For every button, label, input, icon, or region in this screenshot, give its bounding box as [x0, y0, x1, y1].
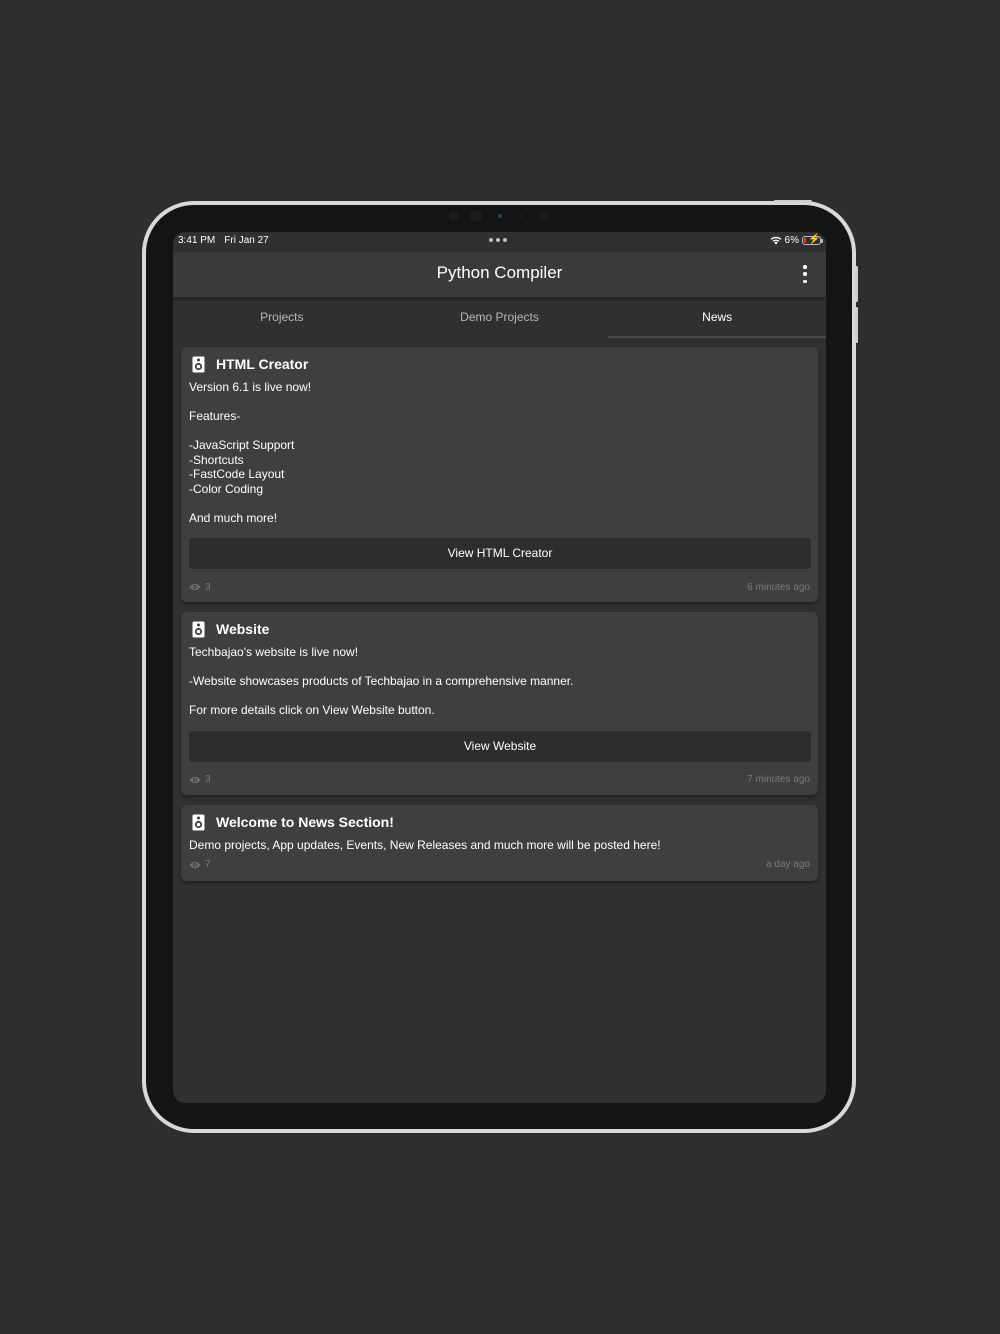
tab-demo-projects[interactable]: Demo Projects [391, 297, 609, 338]
news-card: Website Techbajao's website is live now!… [181, 612, 818, 795]
eye-icon [189, 861, 201, 868]
post-time: a day ago [766, 859, 810, 870]
tab-news[interactable]: News [608, 297, 826, 338]
news-card: Welcome to News Section! Demo projects, … [181, 805, 818, 881]
views-value: 3 [205, 581, 211, 593]
card-footer: 3 6 minutes ago [189, 580, 810, 594]
front-camera-icon [470, 210, 482, 222]
more-vertical-icon[interactable] [798, 265, 812, 283]
card-header: Welcome to News Section! [189, 811, 810, 833]
card-title: Welcome to News Section! [216, 814, 394, 830]
views-count: 7 [189, 859, 211, 870]
card-footer: 3 7 minutes ago [189, 773, 810, 787]
status-right: 6% ⚡ [770, 234, 823, 246]
card-body: Demo projects, App updates, Events, New … [189, 838, 661, 852]
volume-down-button [855, 307, 858, 343]
sensor-icon [519, 214, 523, 218]
status-left: 3:41 PM Fri Jan 27 [178, 235, 269, 246]
views-count: 3 [189, 582, 211, 593]
battery-percent: 6% [784, 235, 799, 246]
screen: 3:41 PM Fri Jan 27 6% ⚡ Python Compiler [173, 232, 826, 1103]
view-html-creator-button[interactable]: View HTML Creator [189, 538, 811, 569]
eye-icon [189, 776, 201, 783]
card-title: HTML Creator [216, 356, 309, 372]
sensor-icon [449, 211, 459, 221]
tab-bar: Projects Demo Projects News [173, 297, 826, 338]
volume-up-button [855, 266, 858, 302]
tab-projects[interactable]: Projects [173, 297, 391, 338]
news-card: HTML Creator Version 6.1 is live now! Fe… [181, 347, 818, 602]
card-footer: 7 a day ago [189, 858, 810, 872]
status-bar: 3:41 PM Fri Jan 27 6% ⚡ [173, 232, 826, 252]
card-header: Website [189, 618, 810, 640]
app-title: Python Compiler [436, 263, 563, 282]
card-body: Techbajao's website is live now! -Websit… [189, 645, 574, 717]
post-time: 7 minutes ago [747, 774, 810, 785]
sensor-icon [498, 214, 502, 218]
card-title: Website [216, 621, 270, 637]
multitasking-dots-icon[interactable] [489, 238, 507, 242]
post-time: 6 minutes ago [747, 581, 810, 593]
eye-icon [189, 583, 201, 591]
views-value: 3 [205, 774, 211, 785]
top-button [774, 200, 812, 203]
speaker-icon [192, 356, 205, 372]
app-bar: Python Compiler [173, 252, 826, 297]
speaker-icon [192, 621, 205, 637]
wifi-icon [770, 236, 781, 245]
card-header: HTML Creator [189, 353, 810, 375]
views-value: 7 [205, 859, 211, 870]
battery-charging-icon: ⚡ [802, 234, 823, 245]
speaker-icon [192, 814, 205, 830]
card-body: Version 6.1 is live now! Features- -Java… [189, 380, 312, 525]
view-website-button[interactable]: View Website [189, 730, 811, 762]
views-count: 3 [189, 774, 211, 785]
sensor-icon [538, 210, 550, 222]
status-date: Fri Jan 27 [224, 235, 269, 246]
status-time: 3:41 PM [178, 235, 216, 246]
